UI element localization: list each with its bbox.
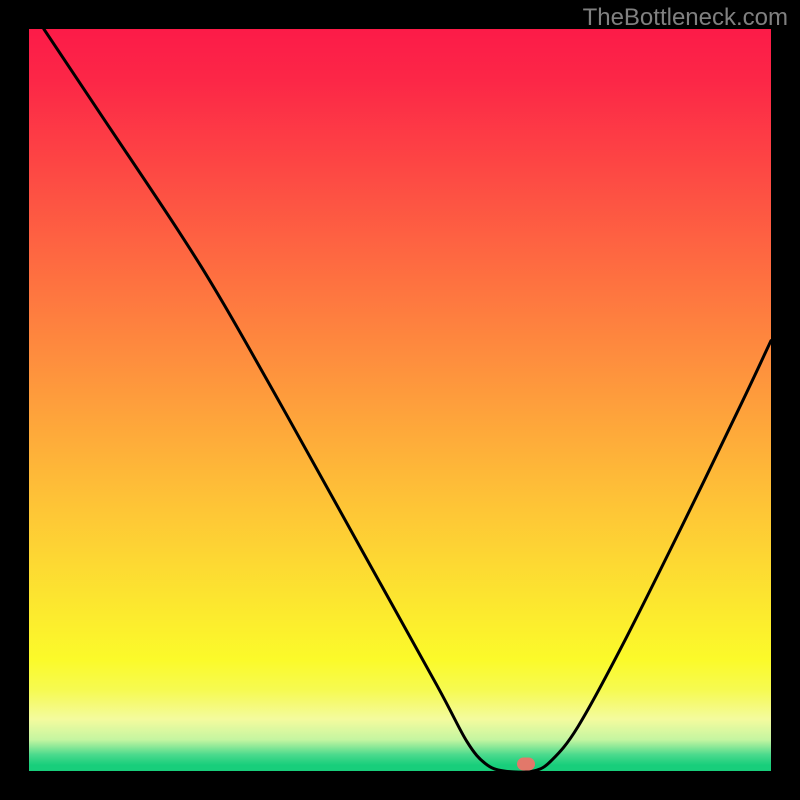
watermark-text: TheBottleneck.com — [583, 4, 788, 32]
optimal-point-marker — [517, 757, 535, 770]
chart-svg — [29, 29, 771, 771]
chart-plot-area — [29, 29, 771, 771]
chart-background — [29, 29, 771, 771]
chart-frame: TheBottleneck.com — [0, 0, 800, 800]
